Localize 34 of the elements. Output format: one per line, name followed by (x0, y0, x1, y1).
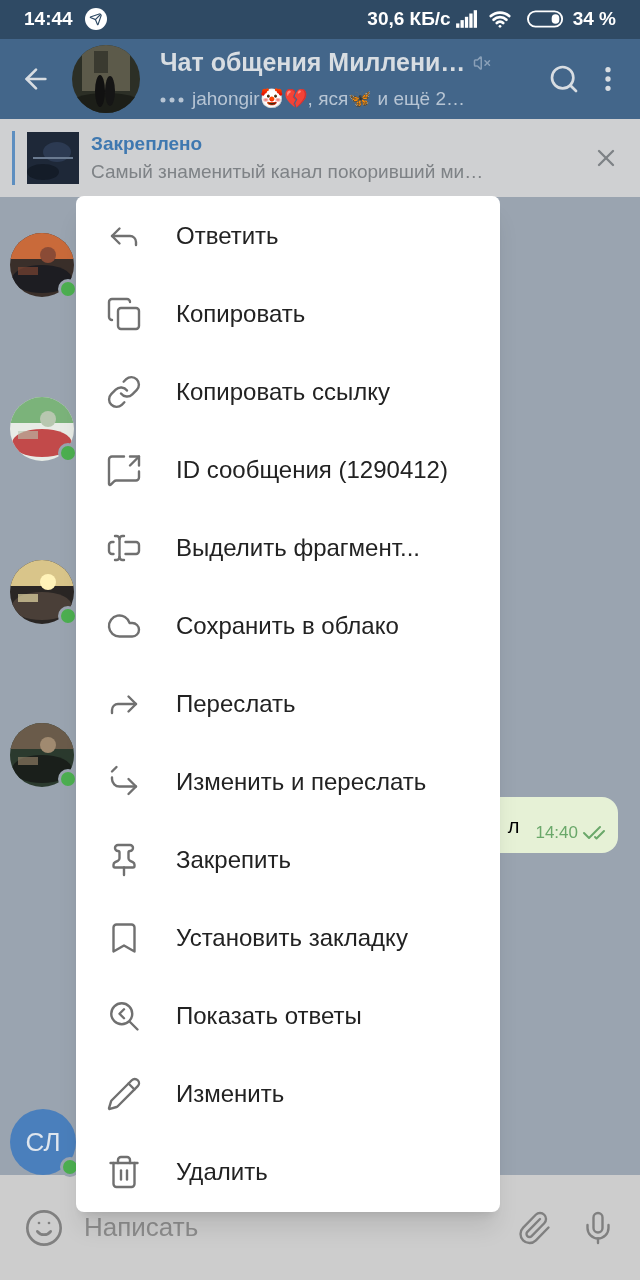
message-icon (106, 452, 142, 488)
message-field[interactable]: Написать (84, 1208, 516, 1247)
avatar: СЛ (10, 1109, 76, 1175)
menu-item[interactable]: Изменить и переслать (76, 743, 500, 821)
chat-title: Чат общения Миллени… (160, 46, 466, 78)
pinned-text: Самый знаменитый канал покоривший ми… (91, 160, 485, 184)
message-text: л (507, 814, 520, 839)
menu-item[interactable]: Закрепить (76, 821, 500, 899)
attach-button[interactable] (516, 1209, 552, 1246)
menu-item[interactable]: Ответить (76, 197, 500, 275)
menu-item[interactable]: Показать ответы (76, 977, 500, 1055)
trash-icon (106, 1154, 142, 1190)
menu-item[interactable]: Сохранить в облако (76, 587, 500, 665)
menu-item[interactable]: Изменить (76, 1055, 500, 1133)
message-time: 14:40 (535, 821, 578, 844)
menu-item[interactable]: Переслать (76, 665, 500, 743)
menu-item[interactable]: ID сообщения (1290412) (76, 431, 500, 509)
menu-item[interactable]: Копировать ссылку (76, 353, 500, 431)
clock: 14:44 (24, 7, 73, 31)
chat-subtitle: jahongir🤡💔, яся🦋 и ещё 2… (192, 87, 466, 112)
pinned-label: Закреплено (91, 131, 204, 156)
menu-item[interactable]: Установить закладку (76, 899, 500, 977)
emoji-button[interactable] (24, 1207, 64, 1248)
pencil-icon (106, 1076, 142, 1112)
menu-item[interactable]: Выделить фрагмент... (76, 509, 500, 587)
link-icon (106, 374, 142, 410)
network-speed: 30,6 КБ/с (367, 7, 451, 31)
wifi-icon (488, 8, 511, 31)
battery-icon (526, 10, 565, 29)
menu-item[interactable]: Копировать (76, 275, 500, 353)
battery-percent: 34 % (572, 7, 616, 31)
copy-icon (106, 296, 142, 332)
typing-icon (160, 96, 184, 103)
signal-icon (454, 10, 477, 29)
